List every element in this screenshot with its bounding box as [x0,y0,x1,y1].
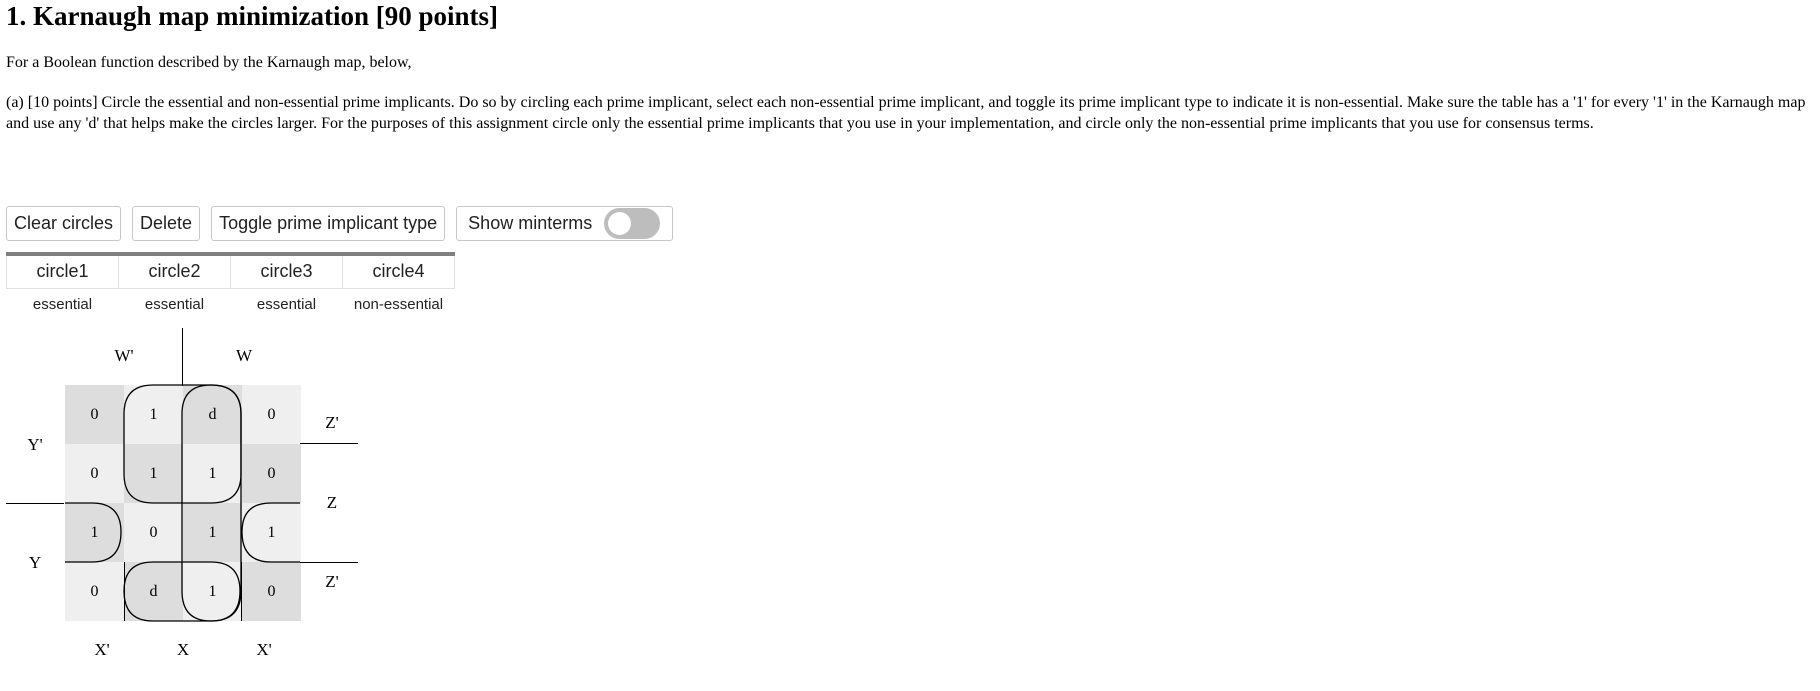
question-heading: 1. Karnaugh map minimization [90 points] [6,1,499,31]
show-minterms-toggle[interactable] [604,208,661,239]
toggle-knob [608,212,632,235]
clear-circles-button[interactable]: Clear circles [6,206,122,241]
part-a-instructions: (a) [10 points] Circle the essential and… [6,94,1806,132]
circle-name-cell[interactable]: circle1 [6,253,119,289]
circles-table: circle1 circle2 circle3 circle4 essentia… [6,252,455,320]
circle-type-cell[interactable]: non-essential [343,288,455,320]
prime-implicant-circles [65,384,300,622]
delete-button[interactable]: Delete [132,206,201,241]
circle-type-cell[interactable]: essential [7,288,119,320]
circle-outline[interactable] [241,502,300,563]
circle-name-cell[interactable]: circle4 [342,253,455,289]
circle-type-cell[interactable]: essential [119,288,231,320]
circle-name-cell[interactable]: circle2 [118,253,231,289]
kmap-toolbar: Clear circles Delete Toggle prime implic… [6,206,684,241]
toggle-prime-implicant-type-button[interactable]: Toggle prime implicant type [211,206,446,241]
intro-text: For a Boolean function described by the … [6,54,412,71]
show-minterms-label: Show minterms [468,213,593,233]
circle-name-cell[interactable]: circle3 [230,253,343,289]
karnaugh-map[interactable]: 01d0011010110d10 W' W Y' Y Z' Z Z' X' X … [0,325,380,691]
circle-outline[interactable] [65,502,122,563]
show-minterms-control[interactable]: Show minterms [456,206,674,241]
circle-type-cell[interactable]: essential [231,288,343,320]
